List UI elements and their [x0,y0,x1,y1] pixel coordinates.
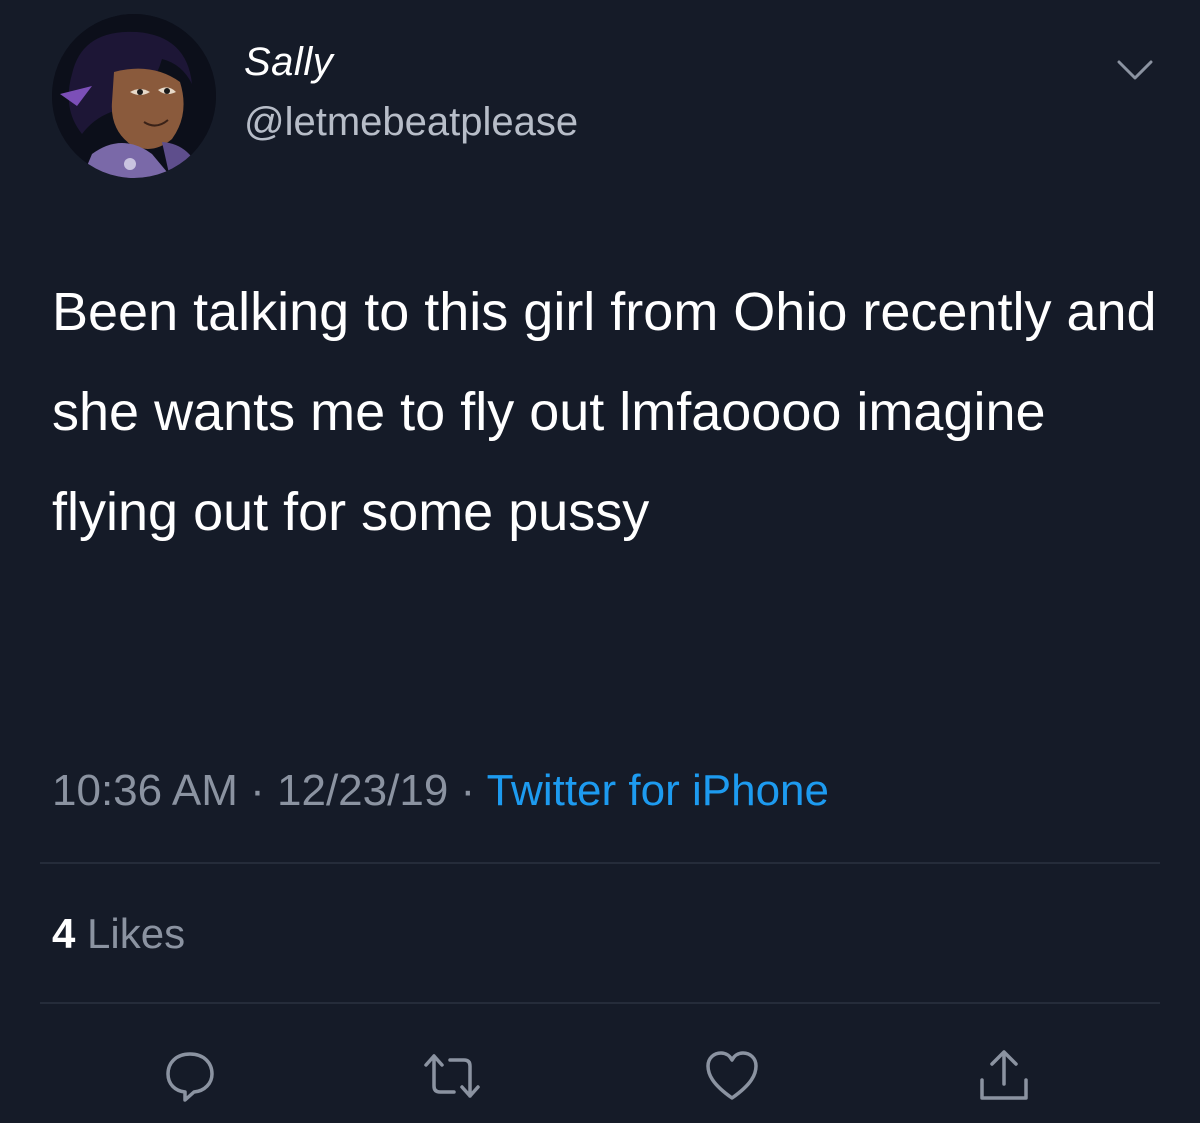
reply-icon[interactable] [160,1046,220,1106]
display-name[interactable]: Sally [244,40,333,85]
divider [40,1002,1160,1004]
tweet: Sally @letmebeatplease Been talking to t… [0,0,1200,1123]
likes-count: 4 [52,910,76,957]
tweet-meta: 10:36 AM · 12/23/19 · Twitter for iPhone [52,766,829,816]
avatar[interactable] [52,14,216,178]
tweet-text: Been talking to this girl from Ohio rece… [52,282,1172,542]
tweet-source-link[interactable]: Twitter for iPhone [487,766,829,815]
tweet-time: 10:36 AM [52,766,238,815]
avatar-image [52,14,216,178]
chevron-down-icon[interactable] [1115,58,1155,82]
user-handle[interactable]: @letmebeatplease [244,100,578,145]
share-icon[interactable] [974,1046,1034,1106]
meta-separator: · [237,766,278,815]
retweet-icon[interactable] [422,1046,482,1106]
likes-summary[interactable]: 4 Likes [52,910,185,958]
divider [40,862,1160,864]
likes-label: Likes [87,910,186,957]
tweet-date: 12/23/19 [277,766,449,815]
meta-separator: · [448,766,487,815]
heart-icon[interactable] [702,1046,762,1106]
